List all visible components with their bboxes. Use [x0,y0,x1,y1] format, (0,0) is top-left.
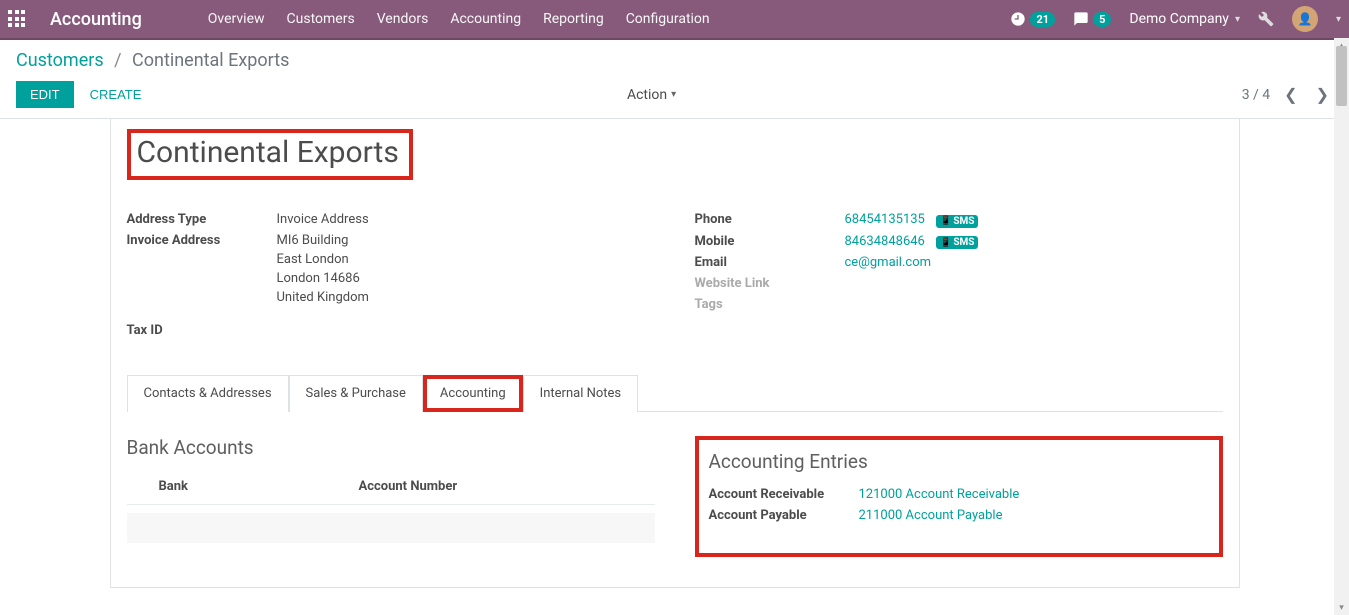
nav-overview[interactable]: Overview [208,11,265,27]
bank-table-header: Bank Account Number [127,473,655,505]
tax-id-label: Tax ID [127,323,277,338]
control-bar: EDIT CREATE Action ▾ 3 / 4 ❮ ❯ [0,75,1349,119]
tab-bar: Contacts & Addresses Sales & Purchase Ac… [127,374,1223,412]
website-label: Website Link [695,276,845,291]
title-highlight: Continental Exports [127,129,413,180]
sms-button[interactable]: SMS [936,215,978,228]
discuss-button[interactable]: 5 [1073,11,1111,27]
nav-configuration[interactable]: Configuration [626,11,710,27]
record-title: Continental Exports [137,135,399,170]
address-type-label: Address Type [127,212,277,227]
breadcrumb-root[interactable]: Customers [16,50,104,71]
tags-label: Tags [695,297,845,312]
activity-button[interactable]: 21 [1010,11,1055,27]
apps-grid-icon[interactable] [8,10,26,28]
activity-badge: 21 [1030,12,1055,27]
tab-accounting[interactable]: Accounting [423,375,523,412]
nav-reporting[interactable]: Reporting [543,11,604,27]
pager-prev-icon[interactable]: ❮ [1280,85,1301,104]
payable-value[interactable]: 211000 Account Payable [859,508,1003,523]
email-value[interactable]: ce@gmail.com [845,255,1223,270]
bank-accounts-title: Bank Accounts [127,436,655,459]
pager-counter: 3 / 4 [1242,87,1270,103]
tab-notes[interactable]: Internal Notes [523,375,638,412]
company-switcher[interactable]: Demo Company ▾ [1129,11,1240,27]
nav-accounting[interactable]: Accounting [450,11,521,27]
edit-button[interactable]: EDIT [16,81,74,108]
entries-highlight: Accounting Entries Account Receivable 12… [695,436,1223,557]
receivable-value[interactable]: 121000 Account Receivable [859,487,1020,502]
form-sheet: Continental Exports Address Type Invoice… [110,119,1240,588]
phone-value[interactable]: 68454135135 SMS [845,212,1223,228]
scrollbar-thumb[interactable] [1336,46,1347,106]
user-caret-icon: ▾ [1336,14,1341,25]
bank-table-empty-row [127,513,655,543]
caret-down-icon: ▾ [1235,14,1240,25]
invoice-address-label: Invoice Address [127,233,277,309]
scroll-down-icon[interactable]: ▾ [1334,600,1349,615]
phone-label: Phone [695,212,845,228]
app-brand[interactable]: Accounting [50,9,142,30]
user-avatar[interactable]: 👤 [1292,6,1318,32]
mobile-value[interactable]: 84634848646 SMS [845,234,1223,250]
top-navbar: Accounting Overview Customers Vendors Ac… [0,0,1349,38]
breadcrumb-separator: / [114,50,121,71]
caret-down-icon: ▾ [671,89,676,100]
col-bank: Bank [159,479,359,494]
tab-sales[interactable]: Sales & Purchase [289,375,423,412]
discuss-badge: 5 [1093,12,1111,27]
company-name: Demo Company [1129,11,1229,27]
receivable-label: Account Receivable [709,487,859,502]
action-dropdown[interactable]: Action ▾ [627,87,676,103]
accounting-entries-title: Accounting Entries [709,450,1209,473]
pager-next-icon[interactable]: ❯ [1312,85,1333,104]
nav-customers[interactable]: Customers [287,11,355,27]
invoice-address-value: MI6 Building East London London 14686 Un… [277,233,655,309]
col-account-number: Account Number [359,479,655,494]
payable-label: Account Payable [709,508,859,523]
chat-icon [1073,11,1089,27]
email-label: Email [695,255,845,270]
mobile-label: Mobile [695,234,845,250]
vertical-scrollbar[interactable]: ▴ ▾ [1334,38,1349,615]
address-type-value: Invoice Address [277,212,655,227]
nav-vendors[interactable]: Vendors [377,11,429,27]
breadcrumb-current: Continental Exports [132,50,289,71]
debug-icon[interactable] [1258,11,1274,27]
sms-button[interactable]: SMS [936,236,978,249]
create-button[interactable]: CREATE [90,87,142,102]
tab-contacts[interactable]: Contacts & Addresses [127,375,289,412]
pager: 3 / 4 ❮ ❯ [1242,85,1333,104]
breadcrumb: Customers / Continental Exports [0,40,1349,75]
clock-icon [1010,11,1026,27]
